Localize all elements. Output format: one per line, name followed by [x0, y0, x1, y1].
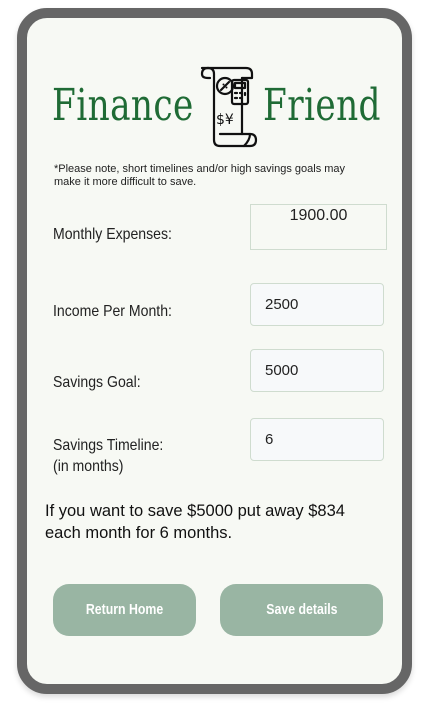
- savings-timeline-input[interactable]: 6: [250, 418, 384, 461]
- savings-timeline-label-line2: (in months): [53, 458, 124, 475]
- income-label: Income Per Month:: [53, 303, 172, 320]
- savings-timeline-label: Savings Timeline: (in months): [53, 435, 163, 477]
- savings-goal-label: Savings Goal:: [53, 374, 141, 391]
- savings-result-text: If you want to save $5000 put away $834 …: [45, 502, 345, 542]
- return-home-button[interactable]: Return Home: [53, 584, 196, 636]
- disclaimer-note: *Please note, short timelines and/or hig…: [54, 163, 346, 188]
- monthly-expenses-value: 1900.00: [250, 204, 387, 250]
- savings-timeline-label-line1: Savings Timeline:: [53, 437, 164, 454]
- savings-goal-input[interactable]: 5000: [250, 349, 384, 392]
- save-details-label: Save details: [265, 602, 338, 618]
- income-input[interactable]: 2500: [250, 283, 384, 326]
- title-finance: Finance: [52, 80, 194, 131]
- return-home-label: Return Home: [85, 602, 164, 618]
- phone-frame: Finance $¥ Friend *Please note, short ti…: [17, 8, 412, 694]
- title-friend: Friend: [263, 80, 381, 131]
- save-details-button[interactable]: Save details: [220, 584, 383, 636]
- monthly-expenses-label: Monthly Expenses:: [53, 226, 172, 243]
- receipt-calculator-icon: $¥: [200, 66, 258, 148]
- app-title: Finance $¥ Friend: [27, 62, 402, 150]
- svg-text:$¥: $¥: [216, 112, 234, 128]
